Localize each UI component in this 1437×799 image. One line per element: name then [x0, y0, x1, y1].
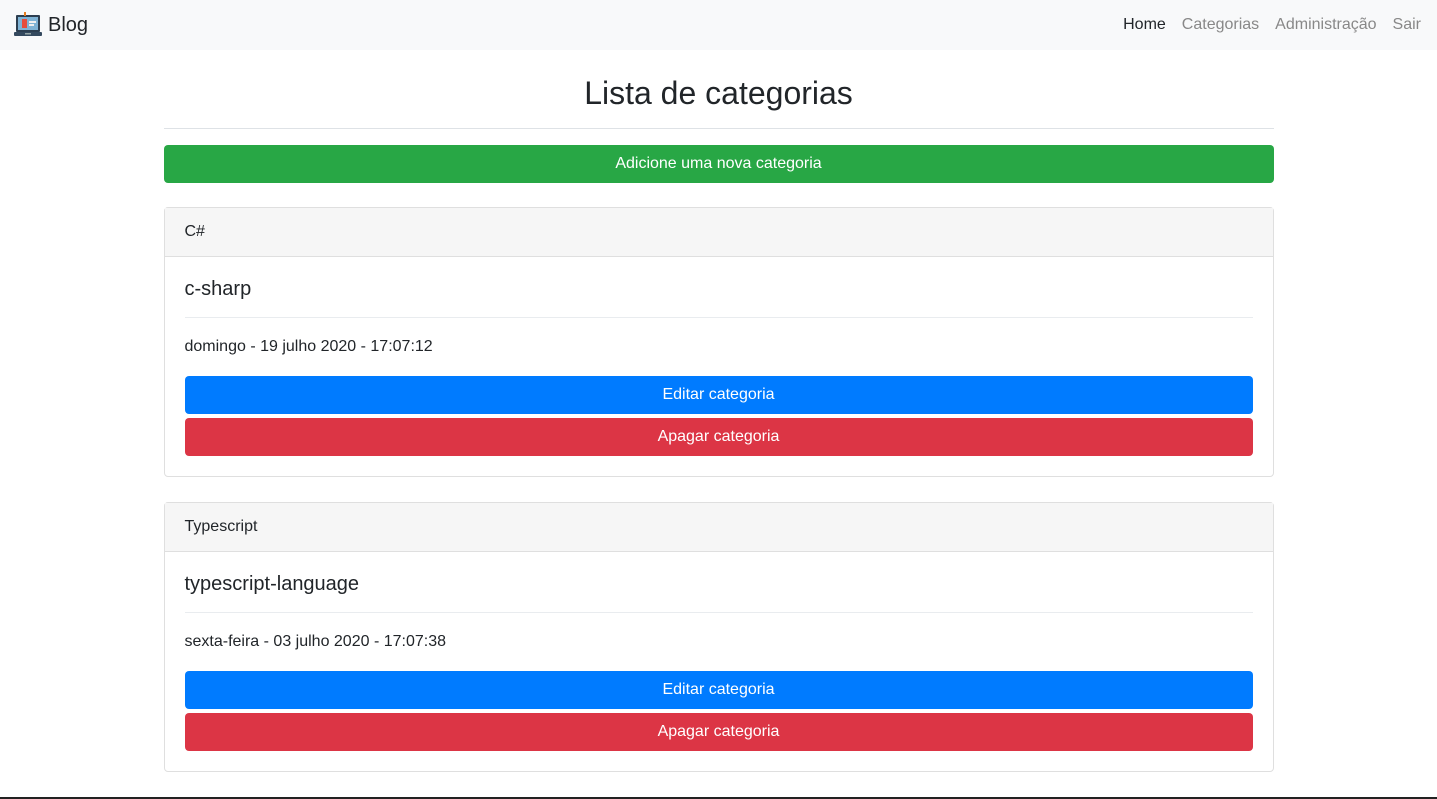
delete-category-button[interactable]: Apagar categoria [184, 418, 1253, 456]
category-card-header: Typescript [164, 503, 1273, 552]
delete-category-button[interactable]: Apagar categoria [184, 713, 1253, 751]
category-card: C# c-sharp domingo - 19 julho 2020 - 17:… [163, 207, 1274, 477]
category-card: Typescript typescript-language sexta-fei… [163, 502, 1274, 772]
laptop-icon [14, 12, 42, 36]
page-title: Lista de categorias [584, 75, 853, 111]
nav-link-categorias[interactable]: Categorias [1182, 16, 1259, 34]
category-card-body: typescript-language sexta-feira - 03 jul… [165, 552, 1273, 771]
card-divider [184, 317, 1253, 318]
category-date: domingo - 19 julho 2020 - 17:07:12 [184, 338, 433, 355]
navbar: Blog Home Categorias Administração Sair [0, 0, 1437, 50]
edit-category-button[interactable]: Editar categoria [184, 671, 1253, 709]
category-card-body: c-sharp domingo - 19 julho 2020 - 17:07:… [165, 257, 1273, 476]
category-slug: typescript-language [184, 573, 360, 595]
edit-category-button[interactable]: Editar categoria [184, 376, 1253, 414]
nav-link-home[interactable]: Home [1123, 16, 1166, 34]
title-divider [163, 128, 1274, 129]
brand-link[interactable]: Blog [12, 9, 88, 41]
main-content: Lista de categorias Adicione uma nova ca… [163, 50, 1274, 772]
brand-text: Blog [48, 13, 89, 36]
nav-link-administracao[interactable]: Administração [1275, 16, 1376, 34]
add-category-button[interactable]: Adicione uma nova categoria [163, 145, 1274, 183]
category-date: sexta-feira - 03 julho 2020 - 17:07:38 [184, 633, 447, 650]
category-card-header: C# [164, 208, 1273, 257]
nav-link-sair[interactable]: Sair [1393, 16, 1421, 34]
nav-links: Home Categorias Administração Sair [1123, 16, 1421, 34]
card-divider [184, 612, 1253, 613]
category-slug: c-sharp [184, 278, 252, 300]
